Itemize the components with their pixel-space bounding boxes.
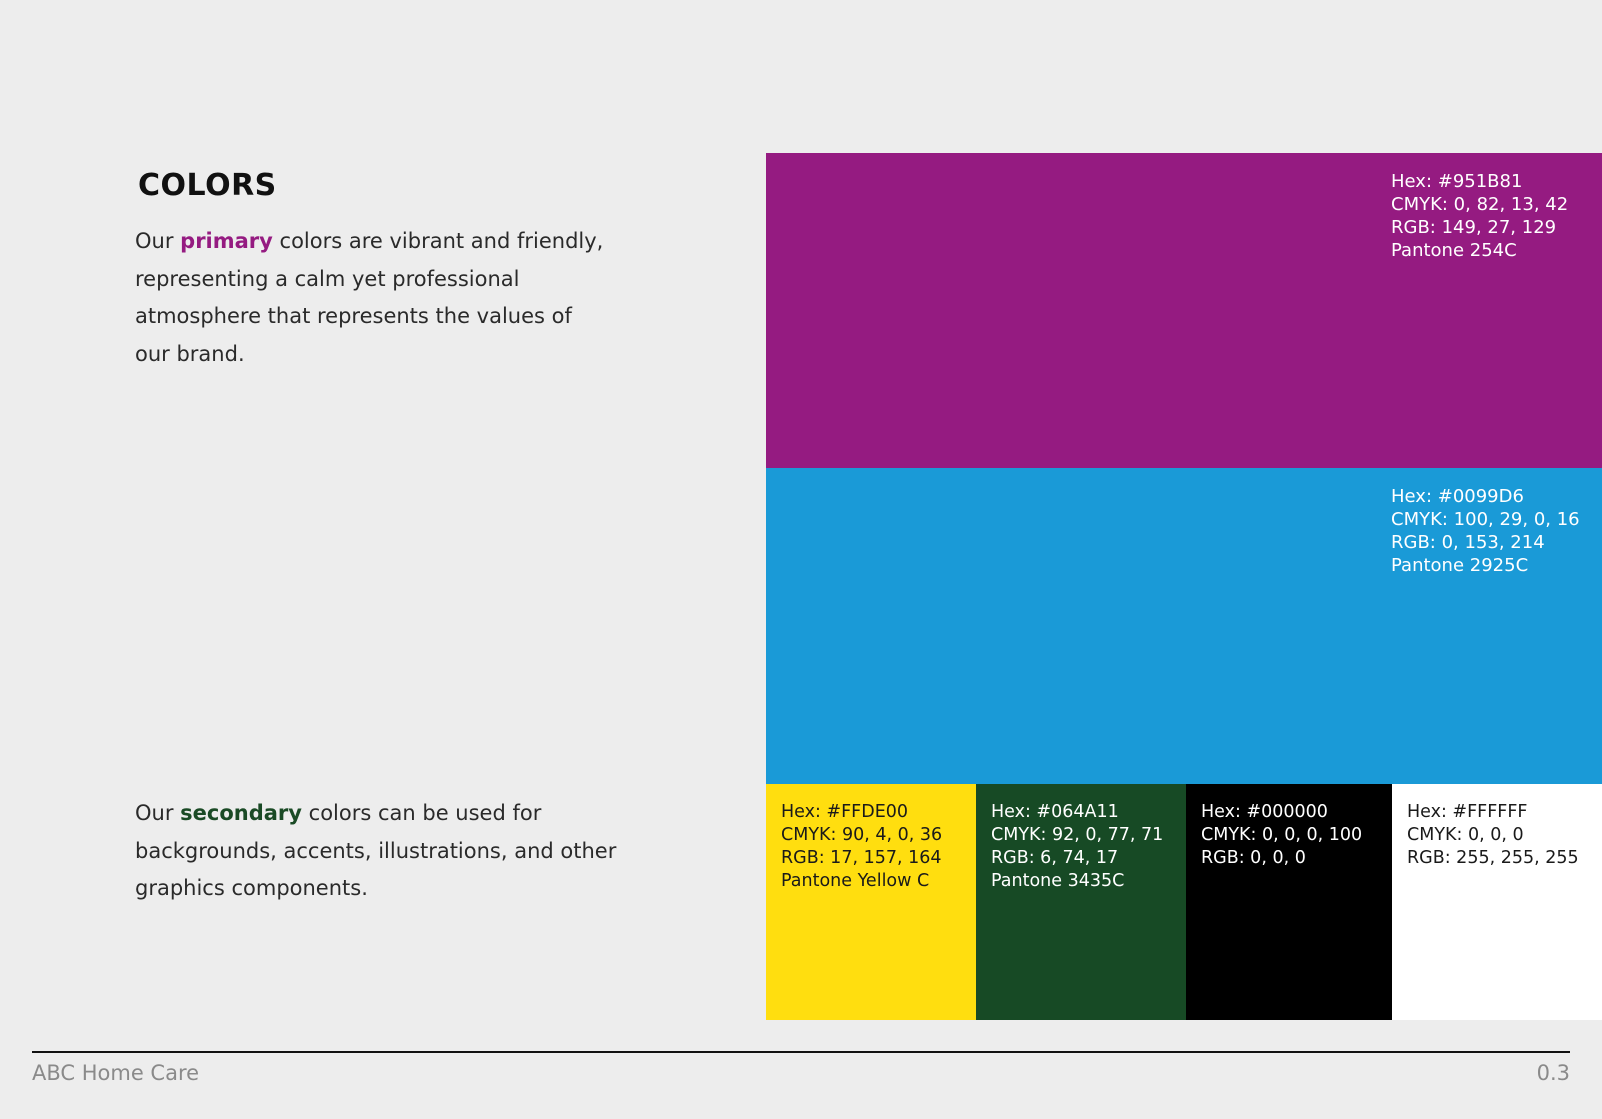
swatch-pantone: Pantone 2925C — [1391, 555, 1529, 576]
swatch-pantone: Pantone Yellow C — [781, 871, 930, 891]
swatch-hex: Hex: #064A11 — [991, 802, 1119, 822]
swatch-rgb: RGB: 17, 157, 164 — [781, 848, 942, 868]
color-swatch-black: Hex: #000000 CMYK: 0, 0, 0, 100 RGB: 0, … — [1186, 784, 1392, 1020]
swatch-cmyk: CMYK: 100, 29, 0, 16 — [1391, 509, 1580, 530]
footer-divider — [32, 1051, 1570, 1053]
footer-brand: ABC Home Care — [32, 1061, 200, 1085]
swatch-info: Hex: #064A11 CMYK: 92, 0, 77, 71 RGB: 6,… — [991, 801, 1163, 893]
secondary-description-prefix: Our — [135, 801, 181, 825]
color-swatch-white: Hex: #FFFFFF CMYK: 0, 0, 0 RGB: 255, 255… — [1392, 784, 1602, 1020]
swatch-hex: Hex: #FFFFFF — [1407, 802, 1528, 822]
swatch-rgb: RGB: 149, 27, 129 — [1391, 217, 1557, 238]
page-title: COLORS — [138, 168, 277, 203]
swatch-cmyk: CMYK: 0, 0, 0 — [1407, 825, 1524, 845]
swatch-info: Hex: #000000 CMYK: 0, 0, 0, 100 RGB: 0, … — [1201, 801, 1362, 870]
primary-colors-description: Our primary colors are vibrant and frien… — [135, 223, 605, 373]
secondary-highlight-word: secondary — [180, 801, 302, 825]
swatch-info: Hex: #FFFFFF CMYK: 0, 0, 0 RGB: 255, 255… — [1407, 801, 1579, 870]
color-swatch-green: Hex: #064A11 CMYK: 92, 0, 77, 71 RGB: 6,… — [976, 784, 1186, 1020]
swatch-hex: Hex: #FFDE00 — [781, 802, 909, 822]
footer-page-number: 0.3 — [1536, 1061, 1570, 1085]
swatch-info: Hex: #951B81 CMYK: 0, 82, 13, 42 RGB: 14… — [1391, 170, 1568, 262]
swatch-info: Hex: #FFDE00 CMYK: 90, 4, 0, 36 RGB: 17,… — [781, 801, 942, 893]
swatch-pantone: Pantone 3435C — [991, 871, 1125, 891]
swatch-rgb: RGB: 255, 255, 255 — [1407, 848, 1579, 868]
color-swatch-blue: Hex: #0099D6 CMYK: 100, 29, 0, 16 RGB: 0… — [766, 468, 1602, 784]
secondary-colors-description: Our secondary colors can be used for bac… — [135, 795, 625, 908]
swatch-info: Hex: #0099D6 CMYK: 100, 29, 0, 16 RGB: 0… — [1391, 485, 1580, 577]
swatch-cmyk: CMYK: 0, 82, 13, 42 — [1391, 194, 1569, 215]
swatch-hex: Hex: #0099D6 — [1391, 486, 1524, 507]
swatch-hex: Hex: #000000 — [1201, 802, 1328, 822]
primary-highlight-word: primary — [180, 229, 273, 253]
swatch-cmyk: CMYK: 92, 0, 77, 71 — [991, 825, 1164, 845]
swatch-cmyk: CMYK: 0, 0, 0, 100 — [1201, 825, 1363, 845]
swatch-rgb: RGB: 0, 153, 214 — [1391, 532, 1545, 553]
swatch-hex: Hex: #951B81 — [1391, 171, 1523, 192]
swatch-rgb: RGB: 6, 74, 17 — [991, 848, 1119, 868]
swatch-pantone: Pantone 254C — [1391, 240, 1517, 261]
primary-description-prefix: Our — [135, 229, 181, 253]
color-swatch-yellow: Hex: #FFDE00 CMYK: 90, 4, 0, 36 RGB: 17,… — [766, 784, 976, 1020]
swatch-cmyk: CMYK: 90, 4, 0, 36 — [781, 825, 943, 845]
swatch-rgb: RGB: 0, 0, 0 — [1201, 848, 1306, 868]
color-swatch-purple: Hex: #951B81 CMYK: 0, 82, 13, 42 RGB: 14… — [766, 153, 1602, 468]
